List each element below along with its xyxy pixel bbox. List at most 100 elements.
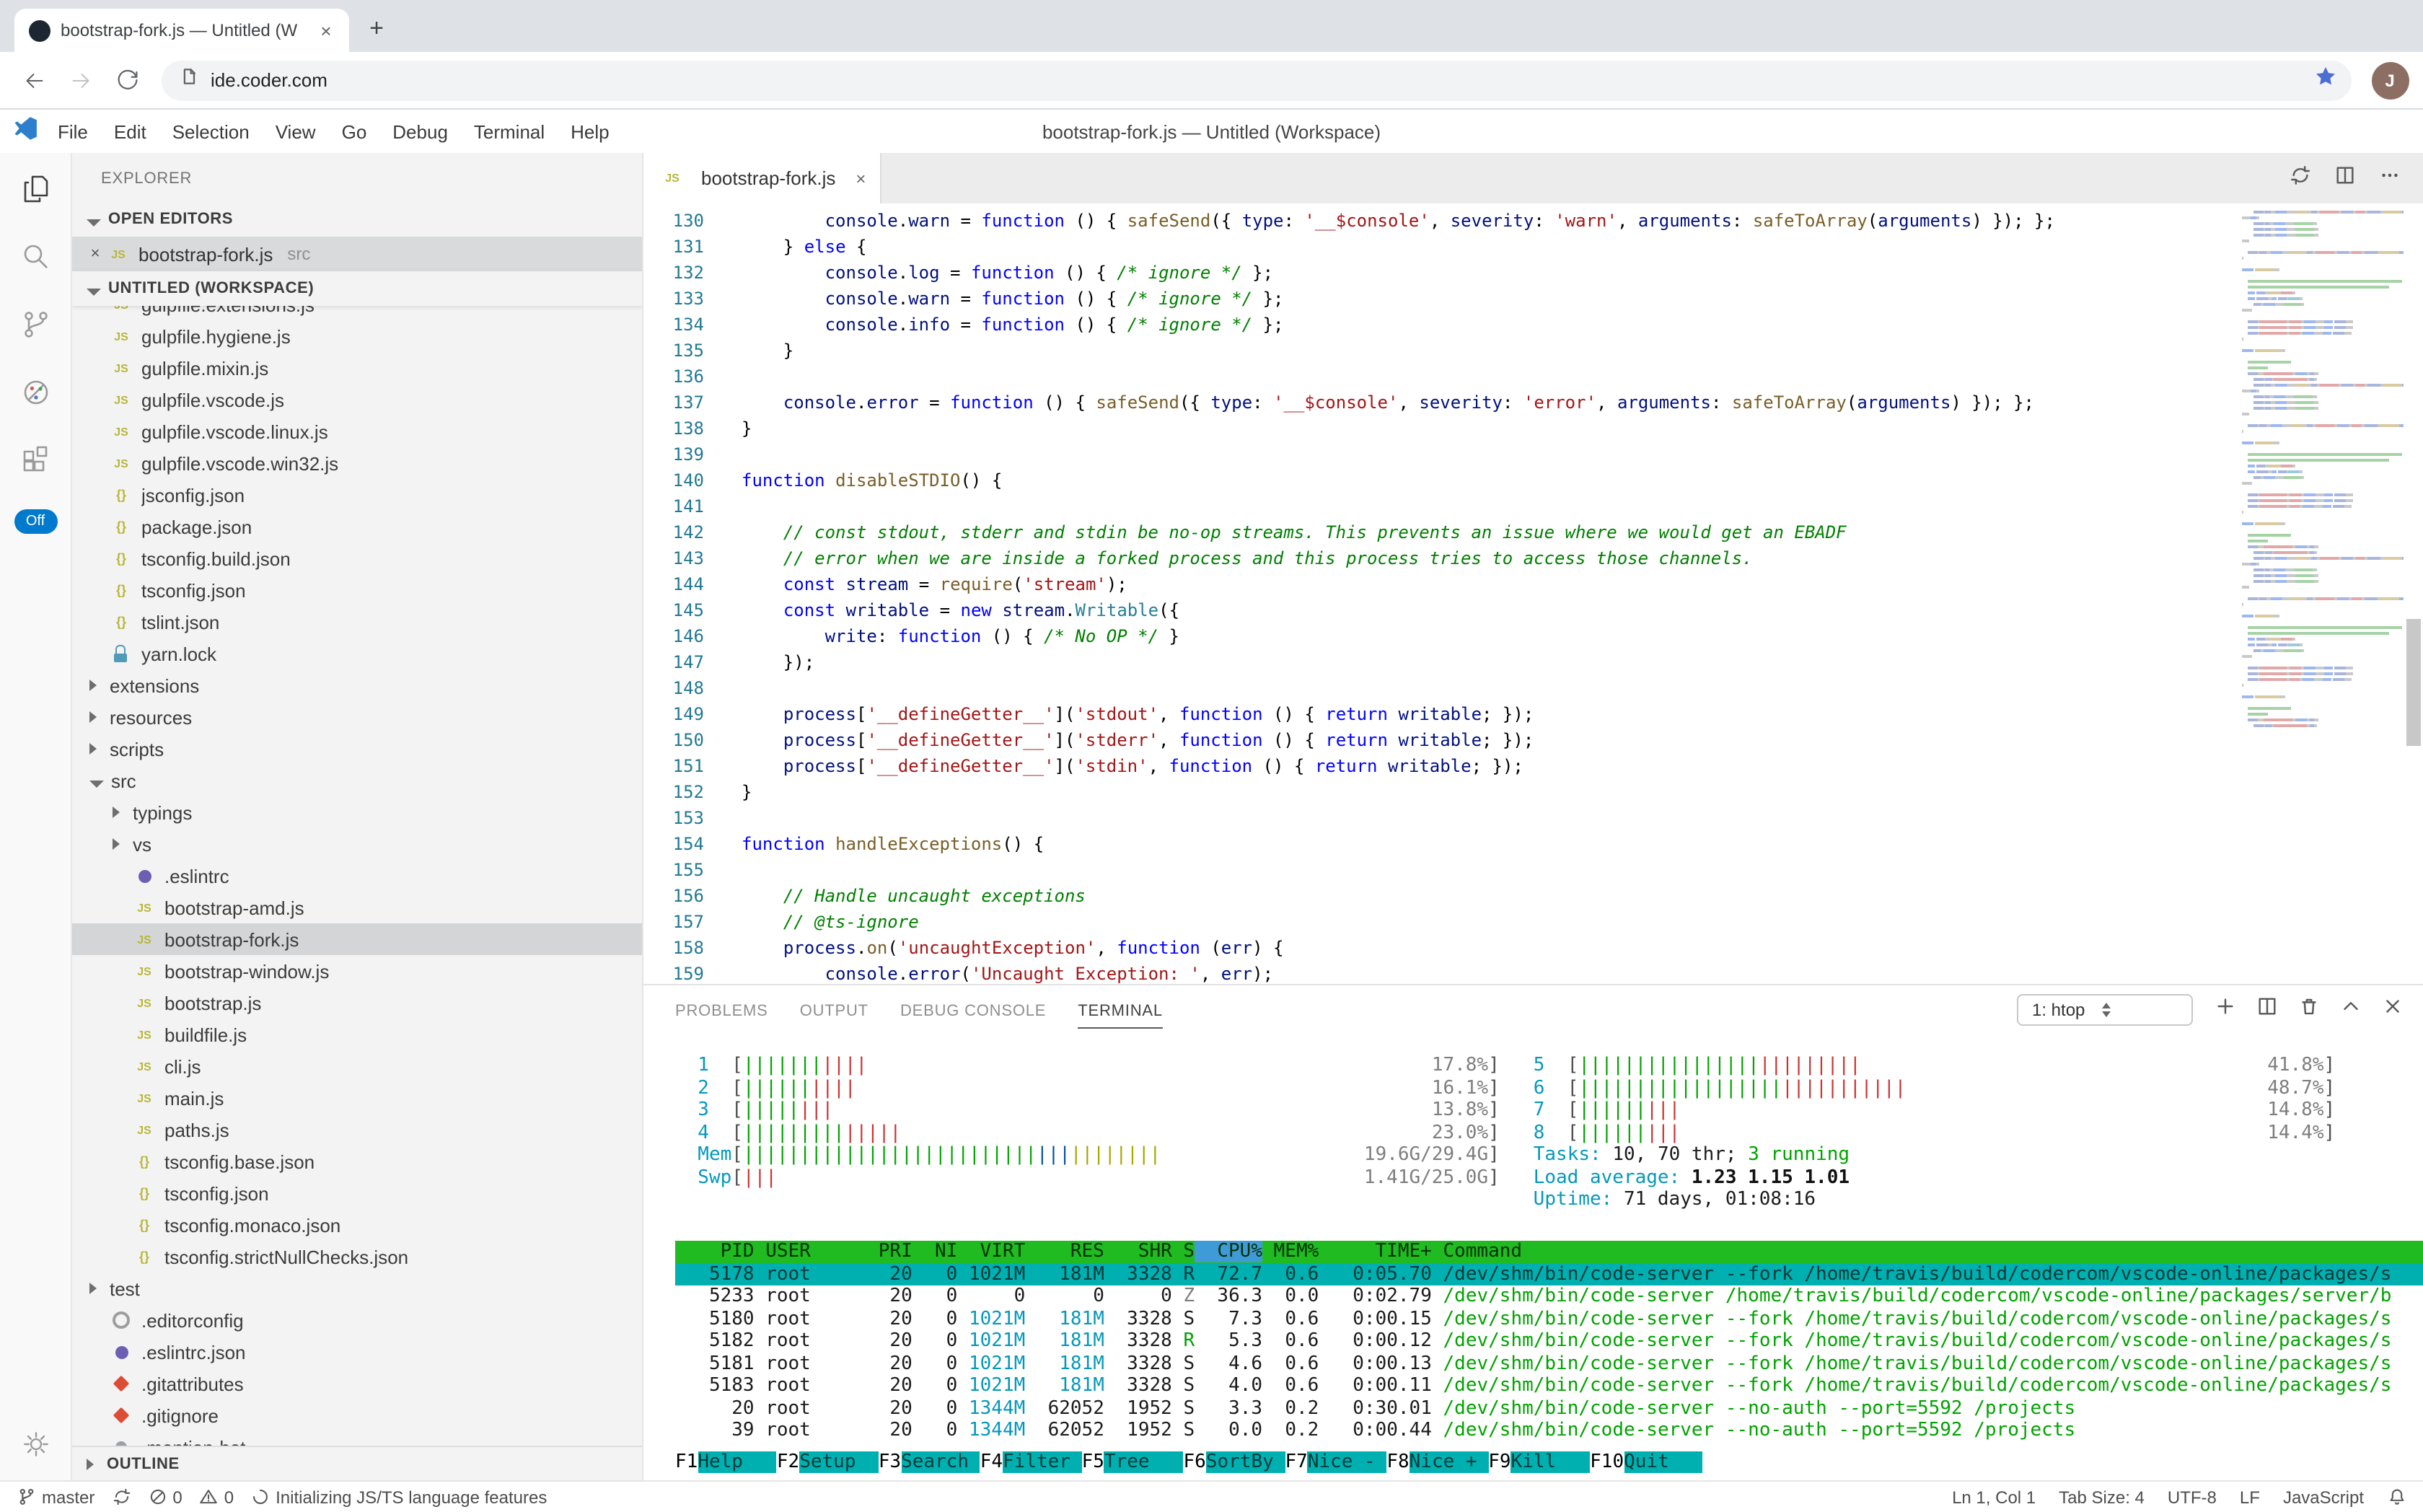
- tree-file-gulpfile-hygiene-js[interactable]: gulpfile.hygiene.js: [72, 320, 642, 352]
- open-editor-item[interactable]: × bootstrap-fork.js src: [72, 237, 642, 271]
- avatar[interactable]: J: [2371, 61, 2409, 99]
- minimap[interactable]: [2241, 203, 2403, 984]
- extensions-icon[interactable]: [17, 441, 54, 479]
- errors-count[interactable]: 0: [148, 1487, 182, 1507]
- tree-file-gulpfile-mixin-js[interactable]: gulpfile.mixin.js: [72, 352, 642, 384]
- fkey-label-kill[interactable]: Kill: [1511, 1451, 1591, 1473]
- split-terminal-icon[interactable]: [2256, 995, 2277, 1024]
- forward-icon[interactable]: [61, 60, 101, 100]
- tree-file-tsconfig-json[interactable]: tsconfig.json: [72, 1177, 642, 1209]
- indentation[interactable]: Tab Size: 4: [2059, 1487, 2145, 1507]
- tree-file-gulpfile-vscode-linux-js[interactable]: gulpfile.vscode.linux.js: [72, 416, 642, 447]
- fkey-label-nice-[interactable]: Nice -: [1308, 1451, 1387, 1473]
- tree-file-bootstrap-js[interactable]: bootstrap.js: [72, 987, 642, 1019]
- open-editors-header[interactable]: OPEN EDITORS: [72, 202, 642, 237]
- notifications[interactable]: [2387, 1487, 2406, 1506]
- tree-file-tsconfig-base-json[interactable]: tsconfig.base.json: [72, 1146, 642, 1177]
- bookmark-star-icon[interactable]: [2313, 65, 2336, 95]
- menu-view[interactable]: View: [264, 116, 327, 146]
- split-editor-icon[interactable]: [2334, 164, 2355, 193]
- tree-file-yarn-lock[interactable]: yarn.lock: [72, 638, 642, 669]
- browser-tab[interactable]: bootstrap-fork.js — Untitled (W ×: [14, 9, 349, 52]
- tree-folder-src[interactable]: src: [72, 765, 642, 796]
- tree-file-bootstrap-fork-js[interactable]: bootstrap-fork.js: [72, 923, 642, 955]
- menu-terminal[interactable]: Terminal: [462, 116, 556, 146]
- tree-file--editorconfig[interactable]: .editorconfig: [72, 1304, 642, 1336]
- fkey-f6[interactable]: F6: [1184, 1451, 1206, 1473]
- sync-editor-icon[interactable]: [2289, 164, 2310, 193]
- editor-tab[interactable]: bootstrap-fork.js ×: [643, 153, 881, 203]
- tree-file-gulpfile-extensions-js[interactable]: gulpfile.extensions.js: [72, 306, 642, 320]
- menu-go[interactable]: Go: [330, 116, 379, 146]
- branch-status[interactable]: master: [17, 1487, 94, 1507]
- encoding[interactable]: UTF-8: [2168, 1487, 2217, 1507]
- address-bar[interactable]: ide.coder.com: [162, 60, 2351, 100]
- explorer-icon[interactable]: [17, 170, 54, 208]
- tree-file-bootstrap-amd-js[interactable]: bootstrap-amd.js: [72, 892, 642, 923]
- reload-icon[interactable]: [107, 60, 147, 100]
- tree-file-buildfile-js[interactable]: buildfile.js: [72, 1019, 642, 1050]
- fkey-f9[interactable]: F9: [1488, 1451, 1510, 1473]
- tree-file-jsconfig-json[interactable]: jsconfig.json: [72, 479, 642, 511]
- menu-help[interactable]: Help: [559, 116, 621, 146]
- menu-debug[interactable]: Debug: [381, 116, 459, 146]
- code-area[interactable]: 130 console.warn = function () { safeSen…: [643, 203, 2233, 984]
- new-terminal-icon[interactable]: [2214, 995, 2235, 1024]
- tree-file-tsconfig-monaco-json[interactable]: tsconfig.monaco.json: [72, 1209, 642, 1241]
- fkey-f10[interactable]: F10: [1590, 1451, 1624, 1473]
- fkey-f1[interactable]: F1: [675, 1451, 698, 1473]
- back-icon[interactable]: [14, 60, 55, 100]
- tab-close-icon[interactable]: ×: [315, 19, 338, 41]
- panel-tab-debug-console[interactable]: DEBUG CONSOLE: [900, 992, 1046, 1028]
- tree-folder-vs[interactable]: vs: [72, 828, 642, 860]
- tree-file--eslintrc-json[interactable]: .eslintrc.json: [72, 1336, 642, 1368]
- debug-icon[interactable]: [17, 374, 54, 411]
- kill-terminal-icon[interactable]: [2297, 995, 2319, 1024]
- tree-folder-test[interactable]: test: [72, 1273, 642, 1304]
- fkey-label-nice-[interactable]: Nice +: [1410, 1451, 1489, 1473]
- tree-file-package-json[interactable]: package.json: [72, 511, 642, 542]
- new-tab-button[interactable]: +: [358, 10, 395, 48]
- tree-file-tsconfig-build-json[interactable]: tsconfig.build.json: [72, 542, 642, 574]
- menu-edit[interactable]: Edit: [102, 116, 158, 146]
- terminal[interactable]: 1 [||||||||||| 17.8%] 5 [|||||||||||||||…: [643, 1034, 2423, 1480]
- tree-folder-extensions[interactable]: extensions: [72, 669, 642, 701]
- tree-file-tsconfig-strictnullchecks-json[interactable]: tsconfig.strictNullChecks.json: [72, 1241, 642, 1273]
- tree-file--eslintrc[interactable]: .eslintrc: [72, 860, 642, 892]
- tree-folder-scripts[interactable]: scripts: [72, 733, 642, 765]
- tree-file-main-js[interactable]: main.js: [72, 1082, 642, 1114]
- tree-file-tslint-json[interactable]: tslint.json: [72, 606, 642, 638]
- fkey-f5[interactable]: F5: [1082, 1451, 1104, 1473]
- tree-file--gitattributes[interactable]: .gitattributes: [72, 1368, 642, 1399]
- fkey-f4[interactable]: F4: [980, 1451, 1003, 1473]
- more-actions-icon[interactable]: [2378, 164, 2400, 193]
- fkey-f8[interactable]: F8: [1386, 1451, 1409, 1473]
- fkey-label-filter[interactable]: Filter: [1003, 1451, 1082, 1473]
- search-icon[interactable]: [17, 238, 54, 276]
- tree-file--mention-bot[interactable]: .mention-bot: [72, 1431, 642, 1446]
- settings-gear-icon[interactable]: [17, 1425, 54, 1463]
- fkey-f3[interactable]: F3: [879, 1451, 901, 1473]
- close-editor-icon[interactable]: ×: [84, 245, 107, 263]
- source-control-icon[interactable]: [17, 306, 54, 343]
- warnings-count[interactable]: 0: [200, 1487, 234, 1507]
- tree-file--gitignore[interactable]: .gitignore: [72, 1399, 642, 1431]
- off-badge[interactable]: Off: [14, 509, 57, 534]
- fkey-label-tree[interactable]: Tree: [1104, 1451, 1184, 1473]
- close-panel-icon[interactable]: [2381, 995, 2403, 1024]
- fkey-label-help[interactable]: Help: [698, 1451, 777, 1473]
- panel-tab-terminal[interactable]: TERMINAL: [1078, 992, 1163, 1028]
- cursor-position[interactable]: Ln 1, Col 1: [1952, 1487, 2036, 1507]
- sync-button[interactable]: [112, 1487, 131, 1506]
- fkey-label-setup[interactable]: Setup: [799, 1451, 879, 1473]
- panel-tab-output[interactable]: OUTPUT: [800, 992, 869, 1028]
- outline-header[interactable]: OUTLINE: [72, 1446, 642, 1480]
- workspace-header[interactable]: UNTITLED (WORKSPACE): [72, 271, 642, 306]
- tree-file-bootstrap-window-js[interactable]: bootstrap-window.js: [72, 955, 642, 987]
- menu-selection[interactable]: Selection: [161, 116, 261, 146]
- tree-folder-typings[interactable]: typings: [72, 796, 642, 828]
- tree-file-tsconfig-json[interactable]: tsconfig.json: [72, 574, 642, 606]
- maximize-panel-icon[interactable]: [2339, 995, 2361, 1024]
- tree-file-paths-js[interactable]: paths.js: [72, 1114, 642, 1146]
- tree-folder-resources[interactable]: resources: [72, 701, 642, 733]
